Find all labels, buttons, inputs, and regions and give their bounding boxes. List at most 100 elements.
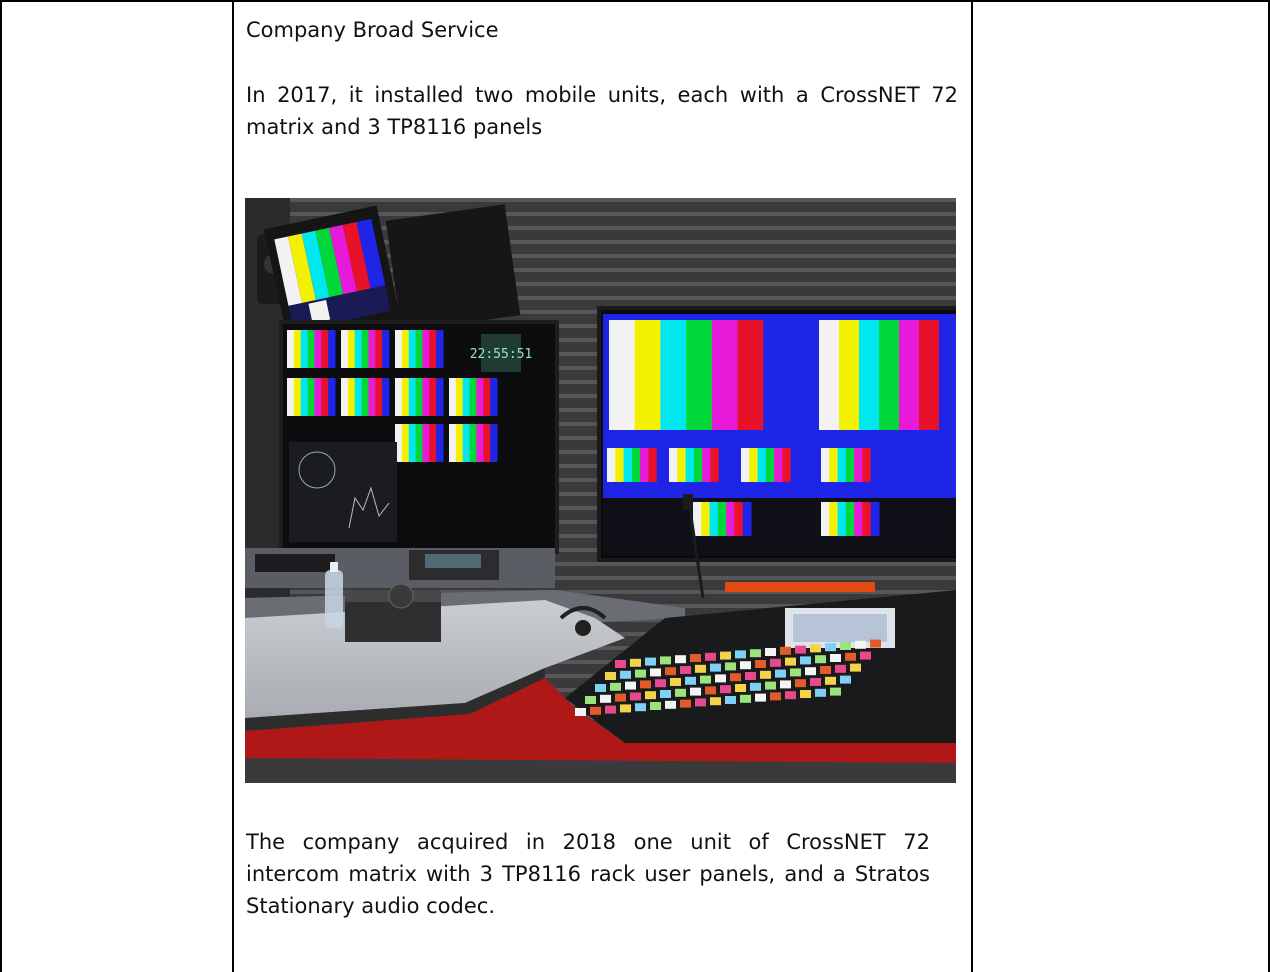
document-table: Company Broad Service In 2017, it instal… [0, 0, 1270, 972]
switcher-button [695, 664, 706, 673]
switcher-button [775, 669, 786, 678]
switcher-button [725, 696, 736, 704]
camera-colorbars [693, 502, 752, 536]
camera-colorbars [741, 448, 800, 482]
multiviewer-colorbars [287, 378, 336, 416]
control-room-photo: 22:55:51 [245, 198, 956, 783]
camera-colorbars [607, 448, 666, 482]
switcher-button [770, 658, 781, 667]
multiviewer-colorbars [449, 378, 498, 416]
switcher-button [840, 642, 851, 650]
switcher-button [650, 668, 661, 677]
camera-colorbars [669, 448, 728, 482]
switcher-button [595, 684, 606, 692]
switcher-button [650, 702, 661, 710]
switcher-button [755, 660, 766, 668]
multiviewer-colorbars [341, 330, 390, 368]
company-name: Company Broad Service [246, 18, 499, 42]
switcher-button [625, 681, 636, 690]
switcher-button [720, 685, 731, 694]
switcher-button [710, 663, 721, 672]
switcher-button [620, 704, 631, 713]
multiviewer-colorbars [341, 378, 390, 416]
table-top-border [0, 0, 1270, 2]
switcher-button [690, 687, 701, 696]
switcher-button [765, 681, 776, 690]
switcher-button [620, 670, 631, 679]
switcher-button [635, 669, 646, 678]
switcher-button [790, 668, 801, 677]
switcher-button [780, 680, 791, 689]
switcher-button [850, 663, 861, 672]
paragraph-2017: In 2017, it installed two mobile units, … [246, 83, 958, 139]
column-divider-left [232, 0, 234, 972]
switcher-button [800, 690, 811, 698]
switcher-button [610, 682, 621, 691]
switcher-button [755, 693, 766, 702]
switcher-button [675, 655, 686, 664]
right-multiviewer [597, 306, 956, 562]
paragraph-2018: The company acquired in 2018 one unit of… [246, 830, 930, 918]
switcher-button [735, 650, 746, 659]
switcher-button [870, 639, 881, 648]
switcher-button [720, 651, 731, 660]
switcher-button [800, 656, 811, 665]
switcher-button [845, 652, 856, 661]
switcher-button [600, 694, 611, 703]
switcher-button [670, 678, 681, 686]
switcher-button [680, 666, 691, 674]
column-divider-right [971, 0, 973, 972]
switcher-button [590, 706, 601, 715]
switcher-button [655, 679, 666, 688]
switcher-button [785, 657, 796, 666]
switcher-button [815, 655, 826, 664]
switcher-button [780, 646, 791, 655]
switcher-button [725, 662, 736, 671]
switcher-button [705, 686, 716, 695]
switcher-button [665, 700, 676, 709]
multiviewer-colorbars [395, 378, 444, 416]
switcher-button [740, 661, 751, 670]
control-room-illustration: 22:55:51 [245, 198, 956, 783]
water-bottle [325, 570, 343, 628]
switcher-button [835, 664, 846, 673]
switcher-button [630, 658, 641, 667]
switcher-button [815, 688, 826, 697]
switcher-button [660, 656, 671, 665]
switcher-button [665, 667, 676, 676]
clock-display: 22:55:51 [470, 347, 533, 362]
switcher-button [740, 694, 751, 703]
colorbars-preview [609, 320, 790, 430]
switcher-button [675, 688, 686, 697]
switcher-button [795, 645, 806, 654]
switcher-button [575, 708, 586, 716]
switcher-button [825, 676, 836, 685]
switcher-button [820, 666, 831, 674]
switcher-button [710, 697, 721, 706]
switcher-button [795, 679, 806, 688]
switcher-button [810, 644, 821, 653]
switcher-button [825, 643, 836, 652]
camera-colorbars [821, 448, 880, 482]
headset [575, 620, 591, 636]
switcher-button [615, 660, 626, 668]
switcher-button [640, 680, 651, 689]
switcher-button [680, 699, 691, 708]
switcher-button [715, 674, 726, 683]
switcher-button [630, 692, 641, 701]
switcher-button [745, 672, 756, 680]
switcher-button [770, 692, 781, 701]
multiviewer-colorbars [395, 424, 444, 462]
switcher-button [860, 651, 871, 660]
switcher-button [705, 652, 716, 661]
switcher-button [660, 690, 671, 698]
multiviewer-colorbars [449, 424, 498, 462]
switcher-button [855, 640, 866, 649]
switcher-button [805, 667, 816, 676]
switcher-button [750, 682, 761, 691]
switcher-button [730, 673, 741, 682]
multiviewer-colorbars [395, 330, 444, 368]
switcher-button [760, 670, 771, 679]
switcher-button [685, 676, 696, 685]
switcher-button [830, 654, 841, 662]
